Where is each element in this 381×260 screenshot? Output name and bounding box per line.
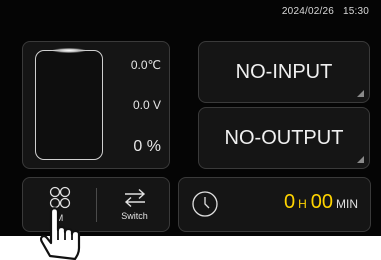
input-button-label: NO-INPUT: [235, 60, 333, 83]
timer-hour-unit: H: [298, 197, 307, 211]
time-text: 15:30: [342, 6, 369, 17]
corner-triangle-icon: [357, 90, 364, 97]
timer-minute-unit: MIN: [336, 197, 358, 211]
voltage-reading: 0.0 V: [132, 98, 161, 112]
status-bar: 2024/02/26 15:30: [282, 6, 369, 17]
swap-arrows-icon: [124, 188, 145, 208]
clock-icon: [192, 191, 218, 217]
date-text: 2024/02/26: [281, 6, 334, 17]
timer-panel[interactable]: 0 H 00 MIN: [178, 177, 371, 232]
switch-button[interactable]: Switch: [98, 178, 171, 231]
timer-hours: 0: [283, 191, 296, 213]
output-button-label: NO-OUTPUT: [224, 126, 344, 149]
battery-terminal: [52, 48, 86, 53]
pointing-hand-icon: [39, 207, 81, 260]
battery-status-panel: 0.0℃ 0.0 V 0 %: [22, 41, 170, 169]
output-button[interactable]: NO-OUTPUT: [198, 107, 370, 169]
switch-button-label: Switch: [121, 211, 148, 221]
temperature-reading: 0.0℃: [130, 58, 161, 72]
input-button[interactable]: NO-INPUT: [198, 41, 370, 103]
corner-triangle-icon: [357, 156, 364, 163]
charge-percent-reading: 0 %: [133, 138, 161, 155]
timer-minutes: 00: [310, 191, 333, 213]
timer-readout: 0 H 00 MIN: [284, 191, 358, 214]
battery-icon: [35, 48, 103, 160]
device-screen: 2024/02/26 15:30 0.0℃ 0.0 V 0 % NO-INPUT…: [0, 0, 381, 236]
